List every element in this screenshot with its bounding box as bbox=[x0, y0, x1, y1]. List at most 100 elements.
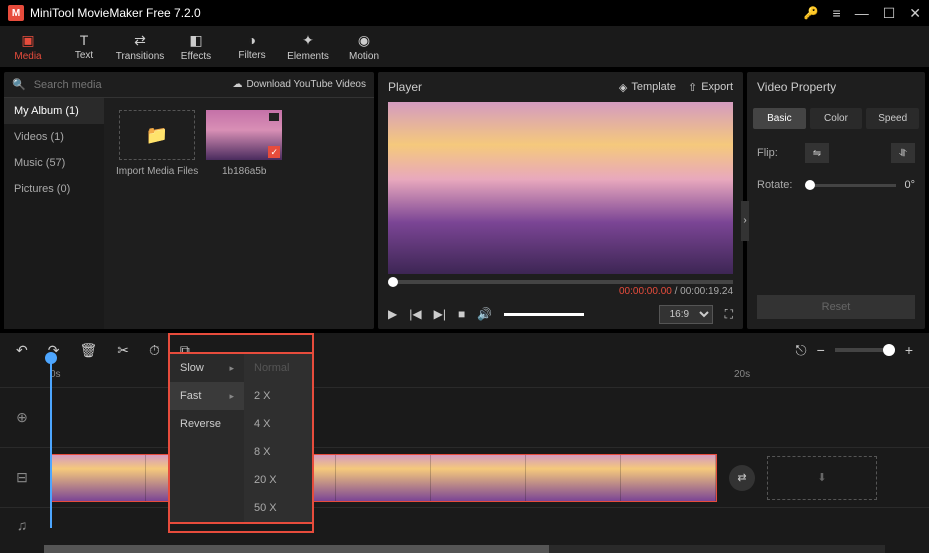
cloud-icon: ☁ bbox=[232, 79, 242, 90]
player-title: Player bbox=[388, 80, 607, 94]
speed-50x[interactable]: 50 X bbox=[244, 494, 312, 522]
player-panel: Player ◈Template ⇧Export › 00:00:00.00 /… bbox=[378, 72, 743, 329]
search-input[interactable] bbox=[34, 79, 225, 91]
speed-4x[interactable]: 4 X bbox=[244, 410, 312, 438]
tab-text[interactable]: TText bbox=[56, 26, 112, 67]
audio-settings-icon[interactable]: ⎋ bbox=[796, 342, 807, 359]
video-track: ⊟ ⇄ ⬇ bbox=[0, 447, 929, 507]
speed-button[interactable]: ⏱ bbox=[149, 342, 160, 359]
fullscreen-button[interactable]: ⛶ bbox=[725, 307, 733, 322]
time-total: / 00:00:19.24 bbox=[672, 286, 733, 297]
minimize-button[interactable]: — bbox=[855, 5, 869, 21]
menu-item-reverse[interactable]: Reverse bbox=[170, 410, 244, 438]
download-youtube-link[interactable]: ☁Download YouTube Videos bbox=[232, 79, 366, 90]
aspect-ratio-select[interactable]: 16:9 bbox=[659, 305, 713, 324]
transitions-icon: ⇄ bbox=[134, 32, 146, 49]
motion-icon: ◉ bbox=[358, 32, 370, 49]
timeline-clip[interactable] bbox=[50, 454, 717, 502]
reset-button[interactable]: Reset bbox=[757, 295, 915, 319]
export-icon: ⇧ bbox=[688, 81, 697, 94]
maximize-button[interactable]: ☐ bbox=[883, 5, 896, 22]
video-preview[interactable] bbox=[388, 102, 733, 274]
import-media-button[interactable]: 📁 bbox=[119, 110, 195, 160]
delete-button[interactable]: 🗑 bbox=[79, 342, 97, 359]
import-label: Import Media Files bbox=[116, 166, 198, 177]
export-button[interactable]: ⇧Export bbox=[688, 81, 733, 94]
flip-horizontal-button[interactable]: ⇋ bbox=[805, 143, 829, 163]
undo-button[interactable]: ↶ bbox=[16, 342, 28, 359]
timeline-scrollbar[interactable] bbox=[44, 545, 885, 553]
titlebar: M MiniTool MovieMaker Free 7.2.0 🔑 ≡ — ☐… bbox=[0, 0, 929, 26]
menu-icon[interactable]: ≡ bbox=[833, 5, 841, 21]
next-button[interactable]: ▶| bbox=[434, 307, 446, 321]
prop-tab-basic[interactable]: Basic bbox=[753, 108, 806, 129]
rotate-label: Rotate: bbox=[757, 179, 797, 191]
speed-8x[interactable]: 8 X bbox=[244, 438, 312, 466]
expand-panel-button[interactable]: › bbox=[741, 201, 749, 241]
key-icon[interactable]: 🔑 bbox=[804, 6, 819, 20]
flip-vertical-button[interactable]: ⥯ bbox=[891, 143, 915, 163]
transition-button[interactable]: ⇄ bbox=[729, 465, 755, 491]
tab-motion[interactable]: ◉Motion bbox=[336, 26, 392, 67]
clip-label: 1b186a5b bbox=[222, 166, 267, 177]
volume-icon[interactable]: 🔊 bbox=[477, 307, 492, 321]
clip-frame bbox=[336, 455, 431, 501]
tab-effects[interactable]: ◧Effects bbox=[168, 26, 224, 67]
clip-frame bbox=[431, 455, 526, 501]
property-panel: Video Property Basic Color Speed Flip: ⇋… bbox=[747, 72, 925, 329]
zoom-in-button[interactable]: + bbox=[905, 342, 913, 358]
speed-context-menu: Slow▸ Fast▸ Reverse Normal 2 X 4 X 8 X 2… bbox=[168, 352, 314, 524]
overlay-track: ⊕ bbox=[0, 387, 929, 447]
sidebar-item-music[interactable]: Music (57) bbox=[4, 150, 104, 176]
tab-transitions[interactable]: ⇄Transitions bbox=[112, 26, 168, 67]
rotate-slider[interactable] bbox=[805, 184, 896, 187]
split-button[interactable]: ✂ bbox=[117, 342, 129, 359]
chevron-right-icon: ▸ bbox=[229, 363, 234, 374]
template-button[interactable]: ◈Template bbox=[619, 81, 676, 94]
property-title: Video Property bbox=[747, 72, 925, 102]
app-title: MiniTool MovieMaker Free 7.2.0 bbox=[30, 6, 804, 20]
media-clip-thumbnail[interactable] bbox=[206, 110, 282, 160]
close-button[interactable]: ✕ bbox=[909, 5, 921, 22]
app-icon: M bbox=[8, 5, 24, 21]
sidebar-item-pictures[interactable]: Pictures (0) bbox=[4, 176, 104, 202]
tab-elements[interactable]: ✦Elements bbox=[280, 26, 336, 67]
prev-button[interactable]: |◀ bbox=[409, 307, 421, 321]
tab-filters[interactable]: ◑Filters bbox=[224, 26, 280, 67]
effects-icon: ◧ bbox=[189, 32, 202, 49]
prop-tab-speed[interactable]: Speed bbox=[866, 108, 919, 129]
flip-label: Flip: bbox=[757, 147, 797, 159]
text-icon: T bbox=[80, 32, 89, 48]
speed-20x[interactable]: 20 X bbox=[244, 466, 312, 494]
play-button[interactable]: ▶ bbox=[388, 307, 397, 321]
chevron-right-icon: ▸ bbox=[229, 391, 234, 402]
menu-item-slow[interactable]: Slow▸ bbox=[170, 354, 244, 382]
menu-item-fast[interactable]: Fast▸ bbox=[170, 382, 244, 410]
speed-2x[interactable]: 2 X bbox=[244, 382, 312, 410]
overlay-track-icon[interactable]: ⊕ bbox=[0, 409, 44, 426]
prop-tab-color[interactable]: Color bbox=[810, 108, 863, 129]
volume-slider[interactable] bbox=[504, 313, 584, 316]
audio-track-icon[interactable]: ♫ bbox=[0, 517, 44, 533]
clip-frame bbox=[621, 455, 716, 501]
media-sidebar: My Album (1) Videos (1) Music (57) Pictu… bbox=[4, 98, 104, 329]
elements-icon: ✦ bbox=[302, 32, 314, 49]
sidebar-item-my-album[interactable]: My Album (1) bbox=[4, 98, 104, 124]
time-current: 00:00:00.00 bbox=[619, 286, 672, 297]
tab-media[interactable]: ▣Media bbox=[0, 26, 56, 67]
progress-bar[interactable] bbox=[388, 280, 733, 284]
media-library: 🔍 ☁Download YouTube Videos My Album (1) … bbox=[4, 72, 374, 329]
speed-normal: Normal bbox=[244, 354, 312, 382]
ruler-20s: 20s bbox=[734, 369, 750, 380]
add-clip-dropzone[interactable]: ⬇ bbox=[767, 456, 877, 500]
search-icon: 🔍 bbox=[12, 78, 26, 91]
zoom-slider[interactable] bbox=[835, 348, 895, 352]
video-track-icon[interactable]: ⊟ bbox=[0, 469, 44, 486]
audio-track: ♫ bbox=[0, 507, 929, 541]
stop-button[interactable]: ■ bbox=[458, 307, 465, 321]
zoom-out-button[interactable]: − bbox=[817, 342, 825, 358]
rotate-value: 0° bbox=[904, 179, 915, 191]
playhead[interactable] bbox=[50, 358, 52, 528]
sidebar-item-videos[interactable]: Videos (1) bbox=[4, 124, 104, 150]
main-toolbar: ▣Media TText ⇄Transitions ◧Effects ◑Filt… bbox=[0, 26, 929, 68]
